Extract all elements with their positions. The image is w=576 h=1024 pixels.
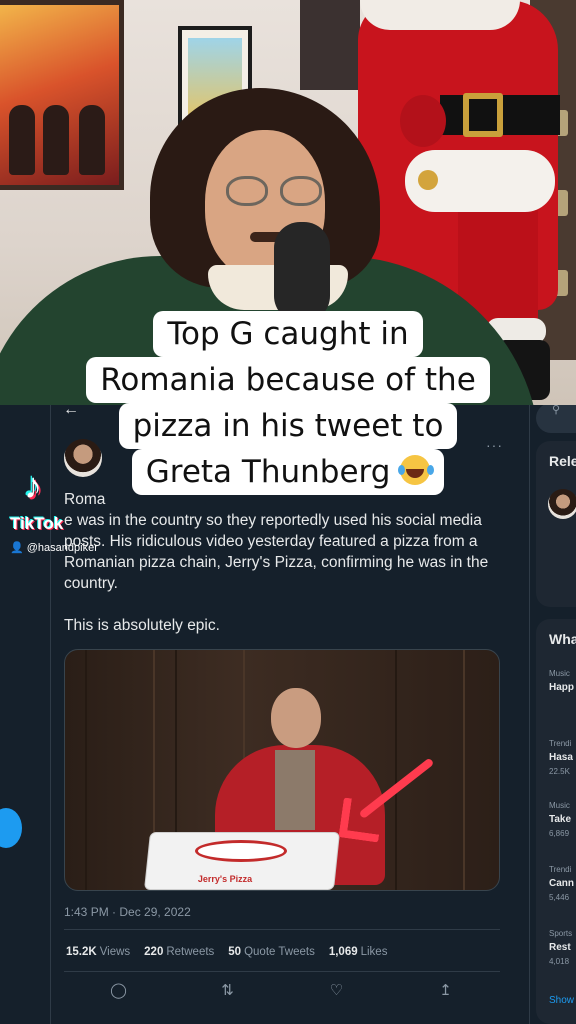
stat-likes[interactable]: 1,069 Likes (329, 946, 388, 958)
tweet-text-second: This is absolutely epic. (64, 617, 220, 634)
wall-poster-left (0, 0, 124, 190)
tweet-screenshot: ← ··· Romae was in the country so they r… (0, 405, 576, 1024)
trend-item[interactable]: Trendi Cann 5,446 (549, 865, 574, 902)
tiktok-watermark: ♪ TikTok 👤 @hasandpiker (10, 465, 98, 556)
whats-happening-title: Wha (549, 631, 576, 647)
search-icon: ⚲ (552, 405, 561, 416)
pizza-logo-icon (195, 840, 287, 862)
caption-line-4: Greta Thunberg (145, 454, 391, 490)
stat-retweets[interactable]: 220 Retweets (144, 946, 214, 958)
tweet-actions: ◯ ⇅ ♡ ↥ (64, 981, 500, 999)
relevant-people-title: Rele (549, 453, 576, 469)
right-sidebar: ⚲ Rele Wha Music Happ Trendi Hasa 22.5K Mus… (536, 405, 576, 1024)
person-head (271, 688, 321, 748)
stat-quote-tweets[interactable]: 50 Quote Tweets (228, 946, 315, 958)
caption-line-1: Top G caught in (153, 311, 423, 357)
microphone (274, 222, 330, 322)
like-icon[interactable]: ♡ (307, 981, 367, 999)
glasses (226, 176, 268, 206)
tweet-stats: 15.2K Views 220 Retweets 50 Quote Tweets 1,… (66, 946, 387, 958)
avatar[interactable] (548, 489, 576, 519)
trend-item[interactable]: Sports Rest 4,018 (549, 929, 572, 966)
video-caption: Top G caught in Romania because of the p… (74, 311, 502, 495)
reply-icon[interactable]: ◯ (89, 981, 149, 999)
retweet-icon[interactable]: ⇅ (198, 981, 258, 999)
trend-item[interactable]: Music Happ (549, 669, 574, 693)
search-input[interactable]: ⚲ (536, 405, 576, 433)
stat-views[interactable]: 15.2K Views (66, 946, 130, 958)
tiktok-brand: TikTok (10, 514, 64, 533)
show-more-link[interactable]: Show (549, 995, 574, 1006)
tiktok-logo-icon: ♪ (24, 465, 42, 506)
caption-line-2: Romania because of the (86, 357, 490, 403)
tweet-timestamp[interactable]: 1:43 PM · Dec 29, 2022 (64, 905, 191, 919)
caption-line-4-box: Greta Thunberg (131, 449, 445, 495)
tweet-media-image[interactable]: Jerry's Pizza (64, 649, 500, 891)
tiktok-username: 👤 @hasandpiker (10, 542, 98, 554)
laughing-emoji-icon (398, 455, 431, 485)
background-door (300, 0, 360, 90)
trend-item[interactable]: Trendi Hasa 22.5K (549, 739, 573, 776)
pizza-box-brand: Jerry's Pizza (197, 874, 253, 884)
trend-item[interactable]: Music Take 6,869 (549, 801, 571, 838)
share-icon[interactable]: ↥ (416, 981, 476, 999)
caption-line-3: pizza in his tweet to (118, 403, 458, 449)
tweet-text-body: was in the country so they reportedly us… (64, 512, 489, 592)
relevant-people-box: Rele (536, 441, 576, 607)
tweet-text: Romae was in the country so they reporte… (64, 489, 504, 657)
